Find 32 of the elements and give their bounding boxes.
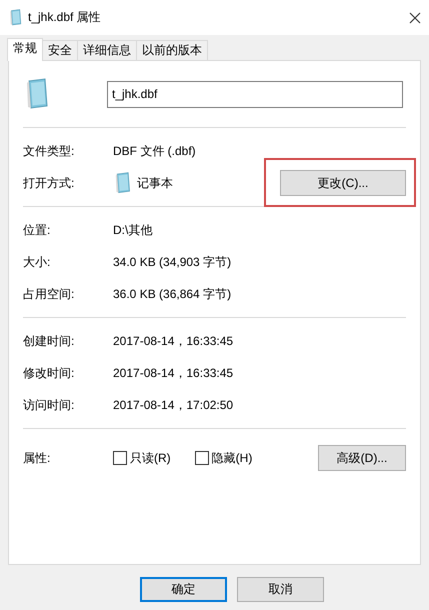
window-title: t_jhk.dbf 属性 [28, 9, 102, 26]
dialog-button[interactable]: 取消 [237, 577, 324, 602]
field-label: 文件类型: [23, 142, 76, 160]
app-name: 记事本 [137, 174, 173, 192]
dialog-button[interactable]: 确定 [140, 577, 227, 602]
field-value: 2017-08-14，17:02:50 [113, 396, 234, 414]
field-label: 大小: [23, 254, 52, 270]
field-value: 2017-08-14，16:33:45 [113, 332, 234, 350]
tab[interactable]: 以前的版本 [136, 40, 208, 60]
change-button[interactable]: 更改(C)... [280, 170, 406, 196]
field-label: 修改时间: [23, 364, 76, 382]
file-icon [8, 9, 22, 26]
checkbox[interactable] [194, 451, 209, 465]
field-value: DBF 文件 (.dbf) [113, 142, 196, 160]
field-label: 属性: [23, 450, 52, 466]
field-value: 2017-08-14，16:33:45 [113, 364, 234, 382]
field-label: 打开方式: [23, 174, 76, 192]
field-label: 创建时间: [23, 332, 76, 350]
field-label: 占用空间: [23, 286, 76, 302]
field-value: 36.0 KB (36,864 字节) [113, 286, 232, 302]
advanced-button[interactable]: 高级(D)... [318, 445, 406, 471]
checkbox-label[interactable]: 隐藏(H) [212, 450, 252, 466]
tab[interactable]: 常规 [7, 38, 43, 61]
checkbox-label[interactable]: 只读(R) [130, 450, 171, 466]
notepad-icon [113, 172, 131, 194]
field-label: 访问时间: [23, 396, 76, 414]
field-value: D:\其他 [113, 222, 152, 238]
checkbox[interactable] [113, 451, 127, 465]
close-icon[interactable] [409, 12, 421, 24]
field-value: 34.0 KB (34,903 字节) [113, 254, 232, 270]
file-name-field[interactable]: t_jhk.dbf [107, 80, 403, 108]
field-label: 位置: [23, 222, 52, 238]
